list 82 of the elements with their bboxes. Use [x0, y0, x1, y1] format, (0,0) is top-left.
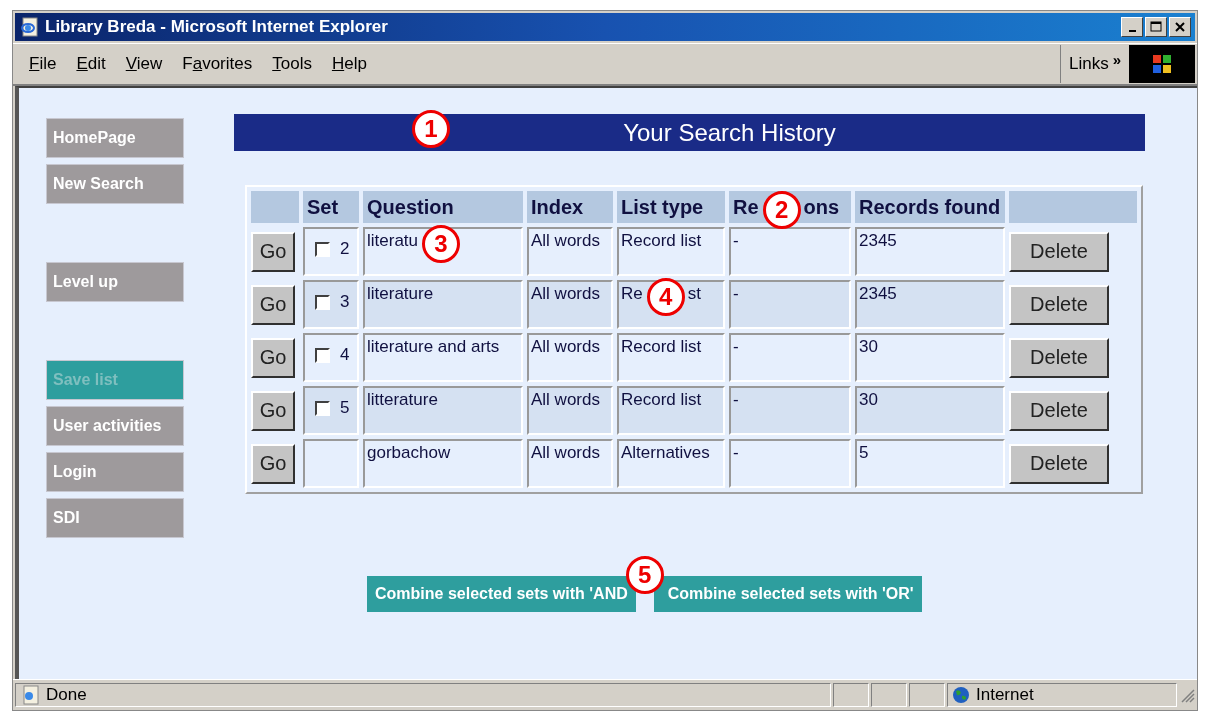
- column-header: ons: [803, 195, 840, 218]
- table-cell: All words: [527, 280, 613, 329]
- maximize-icon: [1150, 21, 1162, 33]
- table-cell: All words: [527, 386, 613, 435]
- menu-item[interactable]: Edit: [68, 50, 114, 78]
- annotation-marker: 2: [762, 191, 801, 230]
- table-cell: Alternatives: [617, 439, 725, 488]
- set-checkbox[interactable]: [315, 400, 330, 416]
- table-cell: 30: [855, 386, 1005, 435]
- delete-button[interactable]: Delete: [1009, 231, 1109, 272]
- column-header: Re: [733, 195, 759, 218]
- annotation-marker: 3: [422, 224, 461, 263]
- page-title: Your Search History: [623, 118, 836, 147]
- column-header: Index: [527, 191, 613, 223]
- table-cell: -: [729, 439, 851, 488]
- delete-button[interactable]: Delete: [1009, 337, 1109, 378]
- menu-item[interactable]: File: [21, 50, 65, 78]
- window-title: Library Breda - Microsoft Internet Explorer: [45, 17, 389, 37]
- delete-button[interactable]: Delete: [1009, 390, 1109, 431]
- set-cell: [303, 439, 359, 488]
- header-cell: [251, 191, 299, 223]
- column-header: List type: [617, 191, 725, 223]
- zone-text: Internet: [976, 685, 1034, 705]
- set-checkbox[interactable]: [315, 347, 330, 363]
- cell-text: literatu: [367, 231, 419, 250]
- go-button[interactable]: Go: [251, 390, 295, 431]
- table-cell: Record list: [617, 333, 725, 382]
- cell-text: st: [687, 284, 701, 303]
- maximize-button[interactable]: [1145, 17, 1167, 37]
- menu-item[interactable]: Favorites: [174, 50, 261, 78]
- table-cell: All words: [527, 227, 613, 276]
- table-cell: gorbachow: [363, 439, 523, 488]
- resize-grip-icon: [1179, 687, 1195, 703]
- set-checkbox[interactable]: [315, 294, 330, 310]
- annotation-marker: 4: [646, 277, 685, 316]
- status-pane: [833, 683, 869, 707]
- annotation-marker: 1: [412, 110, 450, 148]
- table-cell: litterature: [363, 386, 523, 435]
- table-cell: -: [729, 280, 851, 329]
- set-number: 2: [340, 239, 350, 259]
- table-cell: 2345: [855, 280, 1005, 329]
- menu-item[interactable]: Help: [323, 50, 375, 78]
- table-cell: All words: [527, 439, 613, 488]
- table-cell: -: [729, 333, 851, 382]
- menu-item[interactable]: View: [117, 50, 171, 78]
- set-checkbox[interactable]: [315, 241, 330, 257]
- go-button[interactable]: Go: [251, 231, 295, 272]
- column-header: Question: [363, 191, 523, 223]
- set-number: 3: [340, 292, 350, 312]
- set-number: 4: [340, 345, 350, 365]
- go-button[interactable]: Go: [251, 443, 295, 484]
- table-cell: 30: [855, 333, 1005, 382]
- table-cell: -: [729, 386, 851, 435]
- globe-icon: [952, 686, 970, 704]
- status-pane: [909, 683, 945, 707]
- flag-logo-icon: [1150, 52, 1174, 76]
- table-cell: literature and arts: [363, 333, 523, 382]
- column-header: Records found: [855, 191, 1005, 223]
- chevron-icon: »: [1112, 50, 1121, 68]
- go-button[interactable]: Go: [251, 337, 295, 378]
- table-cell: literature: [363, 280, 523, 329]
- status-text: Done: [46, 685, 87, 705]
- minimize-icon: [1128, 30, 1136, 32]
- close-icon: [1174, 21, 1186, 33]
- column-header: Set: [303, 191, 359, 223]
- go-button[interactable]: Go: [251, 284, 295, 325]
- menu-item[interactable]: Tools: [264, 50, 320, 78]
- status-pane: [871, 683, 907, 707]
- minimize-button[interactable]: [1121, 17, 1143, 37]
- links-label: Links: [1068, 54, 1109, 74]
- table-cell: 5: [855, 439, 1005, 488]
- delete-button[interactable]: Delete: [1009, 284, 1109, 325]
- close-button[interactable]: [1169, 17, 1191, 37]
- table-cell: Record list: [617, 386, 725, 435]
- table-cell: All words: [527, 333, 613, 382]
- set-number: 5: [340, 398, 350, 418]
- table-cell: -: [729, 227, 851, 276]
- table-cell: Record list: [617, 227, 725, 276]
- browser-icon: [19, 17, 39, 37]
- table-cell: 2345: [855, 227, 1005, 276]
- delete-button[interactable]: Delete: [1009, 443, 1109, 484]
- cell-text: Re: [621, 284, 643, 303]
